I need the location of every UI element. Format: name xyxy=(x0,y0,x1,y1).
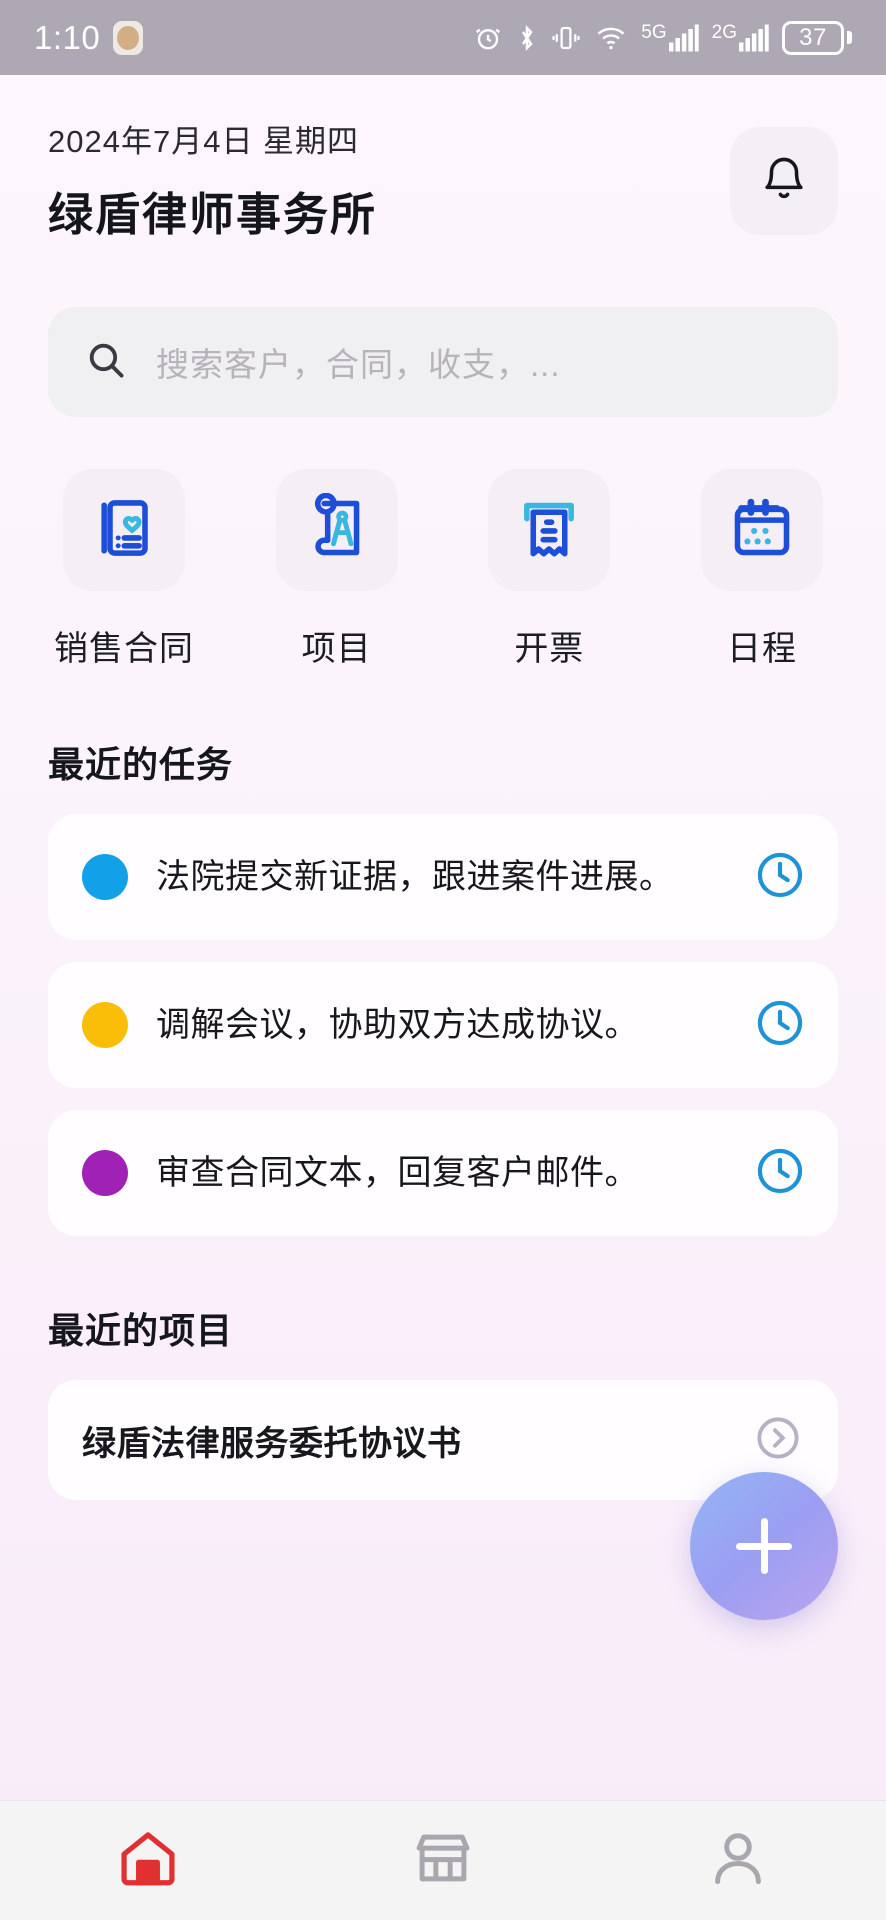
app-screen: 1:10 5G 2G 37 2024年7月4日 星期四 绿盾律师事务所 搜索客户… xyxy=(0,0,886,1920)
battery-level: 37 xyxy=(782,20,844,55)
quick-action-tile[interactable] xyxy=(700,469,823,592)
nav-item-profile[interactable] xyxy=(591,1825,886,1896)
calendar-icon xyxy=(727,493,797,568)
quick-action-label: 开票 xyxy=(514,630,585,669)
chevron-right-icon[interactable] xyxy=(752,1412,804,1469)
recent-tasks-title: 最近的任务 xyxy=(48,744,234,786)
invoice-receipt-icon xyxy=(514,493,584,568)
quick-action-sales-contract[interactable]: 销售合同 xyxy=(40,469,208,670)
status-bar-time: 1:10 xyxy=(34,18,101,56)
task-row[interactable]: 调解会议，协助双方达成协议。 xyxy=(48,962,838,1089)
quick-action-label: 日程 xyxy=(726,630,797,669)
add-button[interactable] xyxy=(690,1472,838,1620)
nav-item-store[interactable] xyxy=(295,1825,590,1896)
contract-heart-icon xyxy=(89,493,159,568)
task-text: 法院提交新证据，跟进案件进展。 xyxy=(156,858,674,897)
bottom-navigation xyxy=(0,1800,886,1920)
clock-icon[interactable] xyxy=(752,995,808,1056)
task-status-dot xyxy=(82,1002,128,1049)
quick-action-label: 项目 xyxy=(301,630,372,669)
store-icon xyxy=(410,1825,476,1896)
clock-icon[interactable] xyxy=(752,1143,808,1204)
signal-2g-label: 2G xyxy=(711,21,737,43)
status-bar: 1:10 5G 2G 37 xyxy=(0,0,886,75)
bell-icon xyxy=(759,154,809,209)
quick-action-invoice[interactable]: 开票 xyxy=(465,469,633,670)
quick-action-tile[interactable] xyxy=(488,469,611,592)
battery-tip xyxy=(847,31,852,44)
home-icon xyxy=(115,1825,181,1896)
wifi-icon xyxy=(594,22,628,54)
nav-item-home[interactable] xyxy=(0,1825,295,1896)
quick-action-label: 销售合同 xyxy=(54,630,194,669)
recent-tasks-list: 法院提交新证据，跟进案件进展。 调解会议，协助双方达成协议。 审查合同文本，回复… xyxy=(48,814,838,1237)
current-date: 2024年7月4日 星期四 xyxy=(48,124,360,159)
signal-2g-icon: 2G xyxy=(712,23,769,53)
signal-5g-icon: 5G xyxy=(641,21,699,53)
clock-icon[interactable] xyxy=(752,847,808,908)
recent-projects-title: 最近的项目 xyxy=(48,1310,234,1352)
bluetooth-icon xyxy=(516,22,538,54)
quick-action-tile[interactable] xyxy=(275,469,398,592)
quick-action-project[interactable]: 项目 xyxy=(253,469,421,670)
search-input[interactable]: 搜索客户，合同，收支，... xyxy=(156,338,561,386)
signal-5g-label: 5G xyxy=(641,21,667,43)
quick-action-tile[interactable] xyxy=(63,469,185,592)
task-text: 调解会议，协助双方达成协议。 xyxy=(156,1006,639,1045)
project-row[interactable]: 绿盾法律服务委托协议书 xyxy=(48,1380,838,1501)
vibrate-icon xyxy=(551,22,581,54)
project-title: 绿盾法律服务委托协议书 xyxy=(82,1424,462,1463)
person-icon xyxy=(705,1825,771,1896)
task-row[interactable]: 审查合同文本，回复客户邮件。 xyxy=(48,1110,838,1237)
page-title: 绿盾律师事务所 xyxy=(48,189,378,241)
task-text: 审查合同文本，回复客户邮件。 xyxy=(156,1154,639,1193)
search-bar[interactable]: 搜索客户，合同，收支，... xyxy=(48,307,838,418)
quick-action-schedule[interactable]: 日程 xyxy=(678,469,846,670)
status-bar-notification-dot xyxy=(113,20,144,55)
quick-actions-row: 销售合同 项目 开票 日程 xyxy=(40,469,846,670)
status-bar-icons: 5G 2G 37 xyxy=(473,20,852,55)
task-status-dot xyxy=(82,854,128,901)
battery-icon: 37 xyxy=(782,20,852,55)
notification-button[interactable] xyxy=(730,127,838,235)
header-text-block: 2024年7月4日 星期四 绿盾律师事务所 xyxy=(48,123,377,243)
search-icon xyxy=(84,338,128,387)
task-status-dot xyxy=(82,1150,128,1197)
page-header: 2024年7月4日 星期四 绿盾律师事务所 xyxy=(0,75,886,243)
blueprint-compass-icon xyxy=(302,492,372,568)
task-row[interactable]: 法院提交新证据，跟进案件进展。 xyxy=(48,814,838,941)
alarm-icon xyxy=(473,22,503,54)
